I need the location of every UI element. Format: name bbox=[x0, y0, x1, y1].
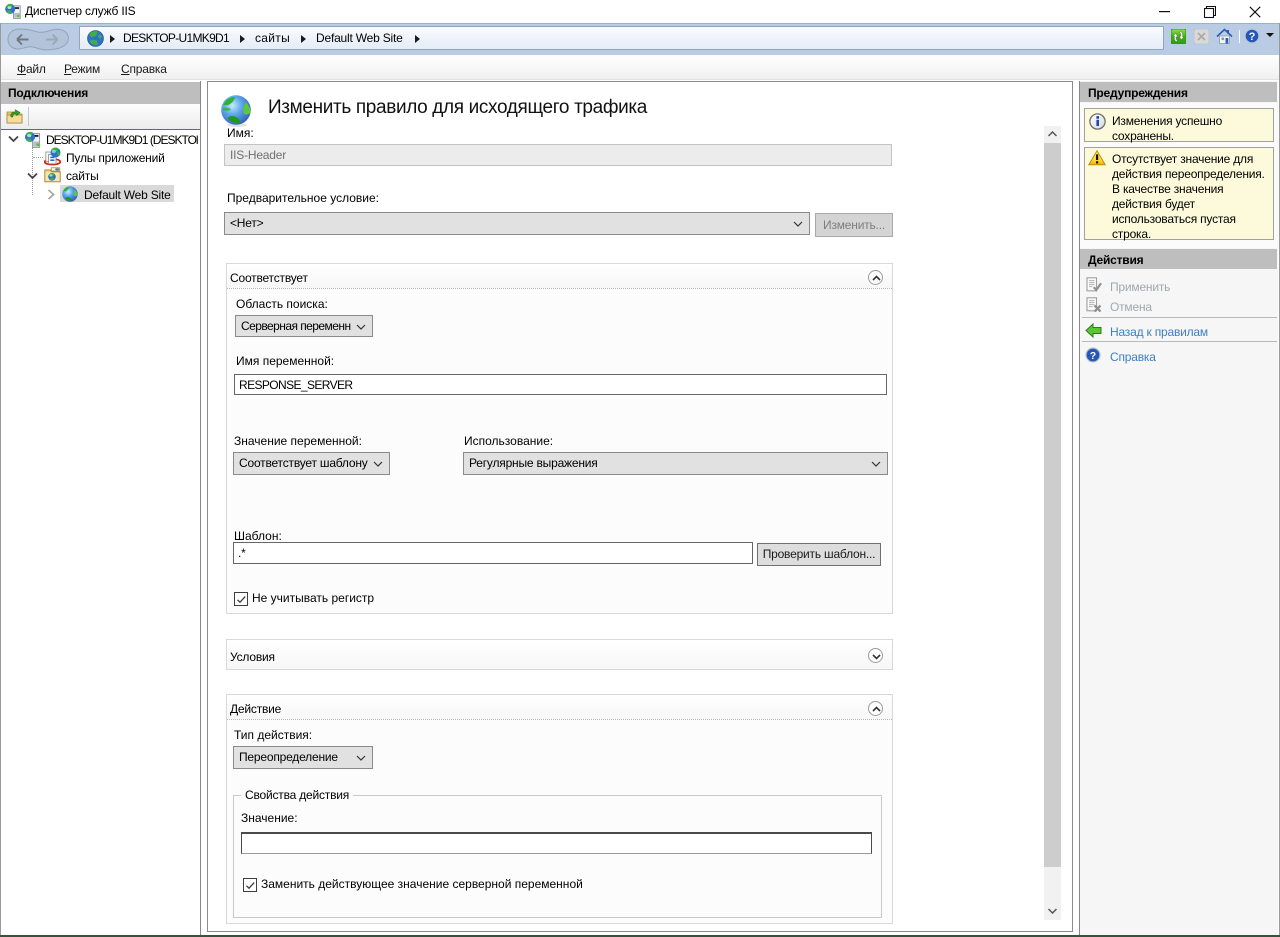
svg-text:?: ? bbox=[1090, 350, 1096, 362]
svg-text:?: ? bbox=[1249, 31, 1256, 43]
